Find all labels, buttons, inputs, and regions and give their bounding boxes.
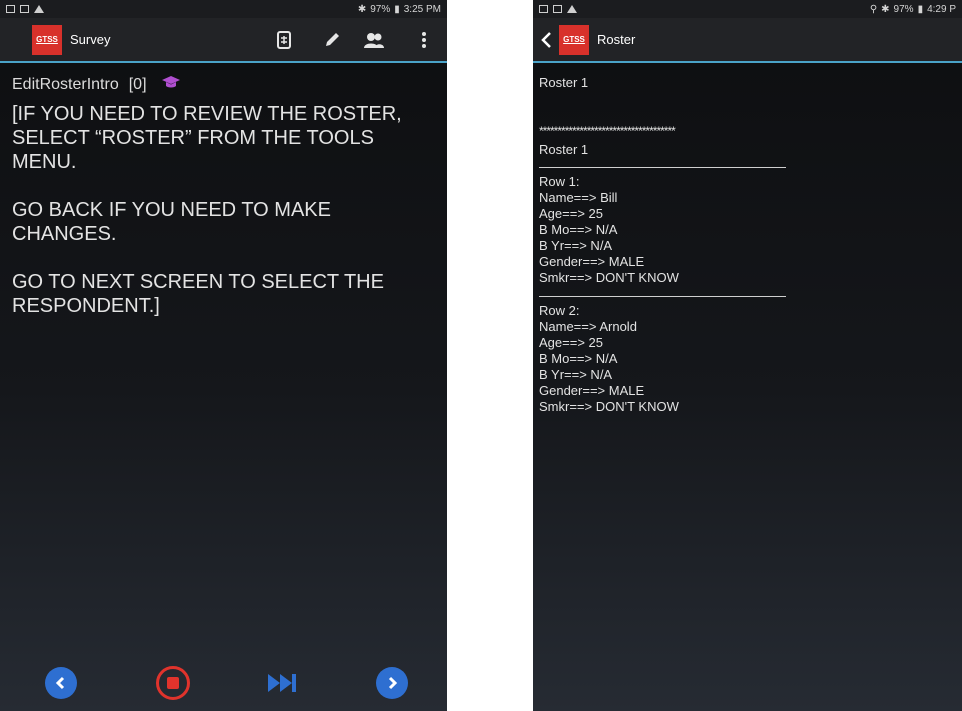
skip-to-end-button[interactable] — [266, 667, 298, 699]
chevron-right-icon — [388, 676, 398, 690]
navigation-bar — [0, 659, 447, 711]
app-logo[interactable]: GTSS — [559, 24, 589, 55]
separator-stars: ************************************* — [539, 124, 676, 138]
row-smoker: Smkr==> DON'T KNOW — [539, 399, 679, 414]
survey-screen: ✱ 97% ▮ 3:25 PM GTSS Survey EditRosterIn… — [0, 0, 447, 711]
row-birth-month: B Mo==> N/A — [539, 351, 618, 366]
clock: 3:25 PM — [403, 3, 441, 15]
row-birth-year: B Yr==> N/A — [539, 238, 613, 253]
cast-icon — [553, 5, 562, 13]
next-button[interactable] — [376, 667, 408, 699]
app-logo[interactable]: GTSS — [32, 24, 62, 55]
roster-subtitle: Roster 1 — [539, 142, 589, 157]
gallery-icon — [539, 5, 548, 13]
row-smoker: Smkr==> DON'T KNOW — [539, 270, 679, 285]
app-bar: GTSS Roster — [533, 18, 962, 63]
battery-icon: ▮ — [394, 3, 400, 15]
location-icon: ⚲ — [869, 3, 878, 15]
row-name: Name==> Bill — [539, 190, 618, 205]
status-bar: ✱ 97% ▮ 3:25 PM — [0, 0, 447, 18]
row-gender: Gender==> MALE — [539, 254, 645, 269]
roster-header: Roster 1 — [539, 75, 589, 90]
skip-forward-icon — [268, 674, 296, 692]
back-arrow-icon[interactable] — [535, 18, 557, 61]
app-title: Survey — [70, 32, 111, 47]
battery-level: 97% — [370, 3, 391, 15]
cast-icon — [20, 5, 29, 13]
question-paragraph: GO BACK IF YOU NEED TO MAKE CHANGES. — [12, 199, 331, 245]
chevron-left-icon — [55, 676, 65, 690]
question-index: [0] — [128, 75, 147, 93]
overflow-menu-icon[interactable] — [410, 18, 438, 61]
people-icon[interactable] — [360, 18, 388, 61]
roster-tool-icon[interactable] — [270, 18, 298, 61]
divider — [539, 296, 786, 297]
status-bar: ⚲ ✱ 97% ▮ 4:29 P — [533, 0, 962, 18]
battery-level: 97% — [893, 3, 914, 15]
row-gender: Gender==> MALE — [539, 383, 645, 398]
row-age: Age==> 25 — [539, 206, 603, 221]
battery-icon: ▮ — [917, 3, 924, 15]
row-label: Row 1: — [539, 174, 580, 189]
warning-icon — [34, 5, 44, 13]
clock: 4:29 P — [927, 3, 956, 15]
graduation-cap-icon[interactable] — [161, 75, 181, 94]
row-name: Name==> Arnold — [539, 319, 637, 334]
row-birth-year: B Yr==> N/A — [539, 367, 613, 382]
divider — [539, 167, 786, 168]
question-name: EditRosterIntro — [12, 75, 119, 93]
roster-row: Row 1: Name==> Bill Age==> 25 B Mo==> N/… — [539, 174, 952, 286]
question-text: [IF YOU NEED TO REVIEW THE ROSTER, SELEC… — [12, 102, 437, 318]
bluetooth-icon: ✱ — [881, 3, 890, 15]
question-paragraph: [IF YOU NEED TO REVIEW THE ROSTER, SELEC… — [12, 103, 402, 173]
roster-content: Roster 1 *******************************… — [533, 63, 962, 415]
back-button[interactable] — [45, 667, 77, 699]
stop-button[interactable] — [156, 666, 190, 700]
question-area: EditRosterIntro [0] [IF YOU NEED TO REVI… — [0, 63, 447, 318]
gallery-icon — [6, 5, 15, 13]
row-age: Age==> 25 — [539, 335, 603, 350]
app-title: Roster — [597, 32, 636, 47]
warning-icon — [567, 5, 577, 13]
roster-screen: ⚲ ✱ 97% ▮ 4:29 P GTSS Roster Roster 1 **… — [533, 0, 962, 711]
question-paragraph: GO TO NEXT SCREEN TO SELECT THE RESPONDE… — [12, 271, 384, 317]
row-birth-month: B Mo==> N/A — [539, 222, 618, 237]
bluetooth-icon: ✱ — [357, 3, 367, 15]
app-bar: GTSS Survey — [0, 18, 447, 63]
row-label: Row 2: — [539, 303, 580, 318]
roster-row: Row 2: Name==> Arnold Age==> 25 B Mo==> … — [539, 303, 952, 415]
edit-pencil-icon[interactable] — [318, 18, 346, 61]
question-header: EditRosterIntro [0] — [12, 75, 437, 94]
stop-icon — [167, 677, 179, 689]
